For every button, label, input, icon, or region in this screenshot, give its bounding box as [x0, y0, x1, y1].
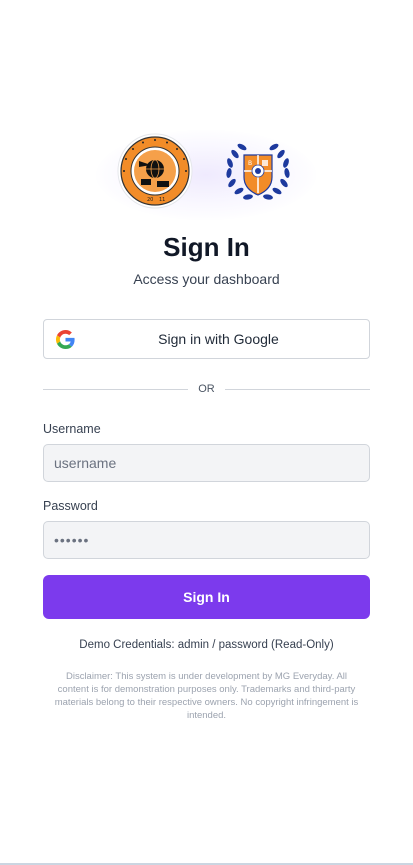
username-label: Username — [43, 422, 101, 436]
sign-in-button[interactable]: Sign In — [43, 575, 370, 619]
institute-seal-logo: 20 11 — [117, 133, 193, 209]
svg-text:11: 11 — [159, 197, 165, 203]
or-divider: OR — [43, 383, 370, 397]
demo-credentials-note: Demo Credentials: admin / password (Read… — [79, 639, 334, 651]
password-label: Password — [43, 499, 98, 513]
username-input[interactable] — [43, 444, 370, 482]
password-input[interactable] — [43, 521, 370, 559]
svg-text:20: 20 — [147, 197, 153, 203]
google-signin-button[interactable]: Sign in with Google — [43, 319, 370, 359]
page-subtitle: Access your dashboard — [133, 271, 280, 287]
divider-line-right — [225, 389, 370, 390]
disclaimer-text: Disclaimer: This system is under develop… — [54, 671, 359, 721]
laurel-crest-logo: B — [226, 143, 290, 200]
logo-group: 20 11 B — [0, 120, 413, 220]
svg-text:B: B — [248, 160, 252, 167]
google-signin-label: Sign in with Google — [158, 331, 279, 347]
page-title: Sign In — [163, 232, 250, 262]
